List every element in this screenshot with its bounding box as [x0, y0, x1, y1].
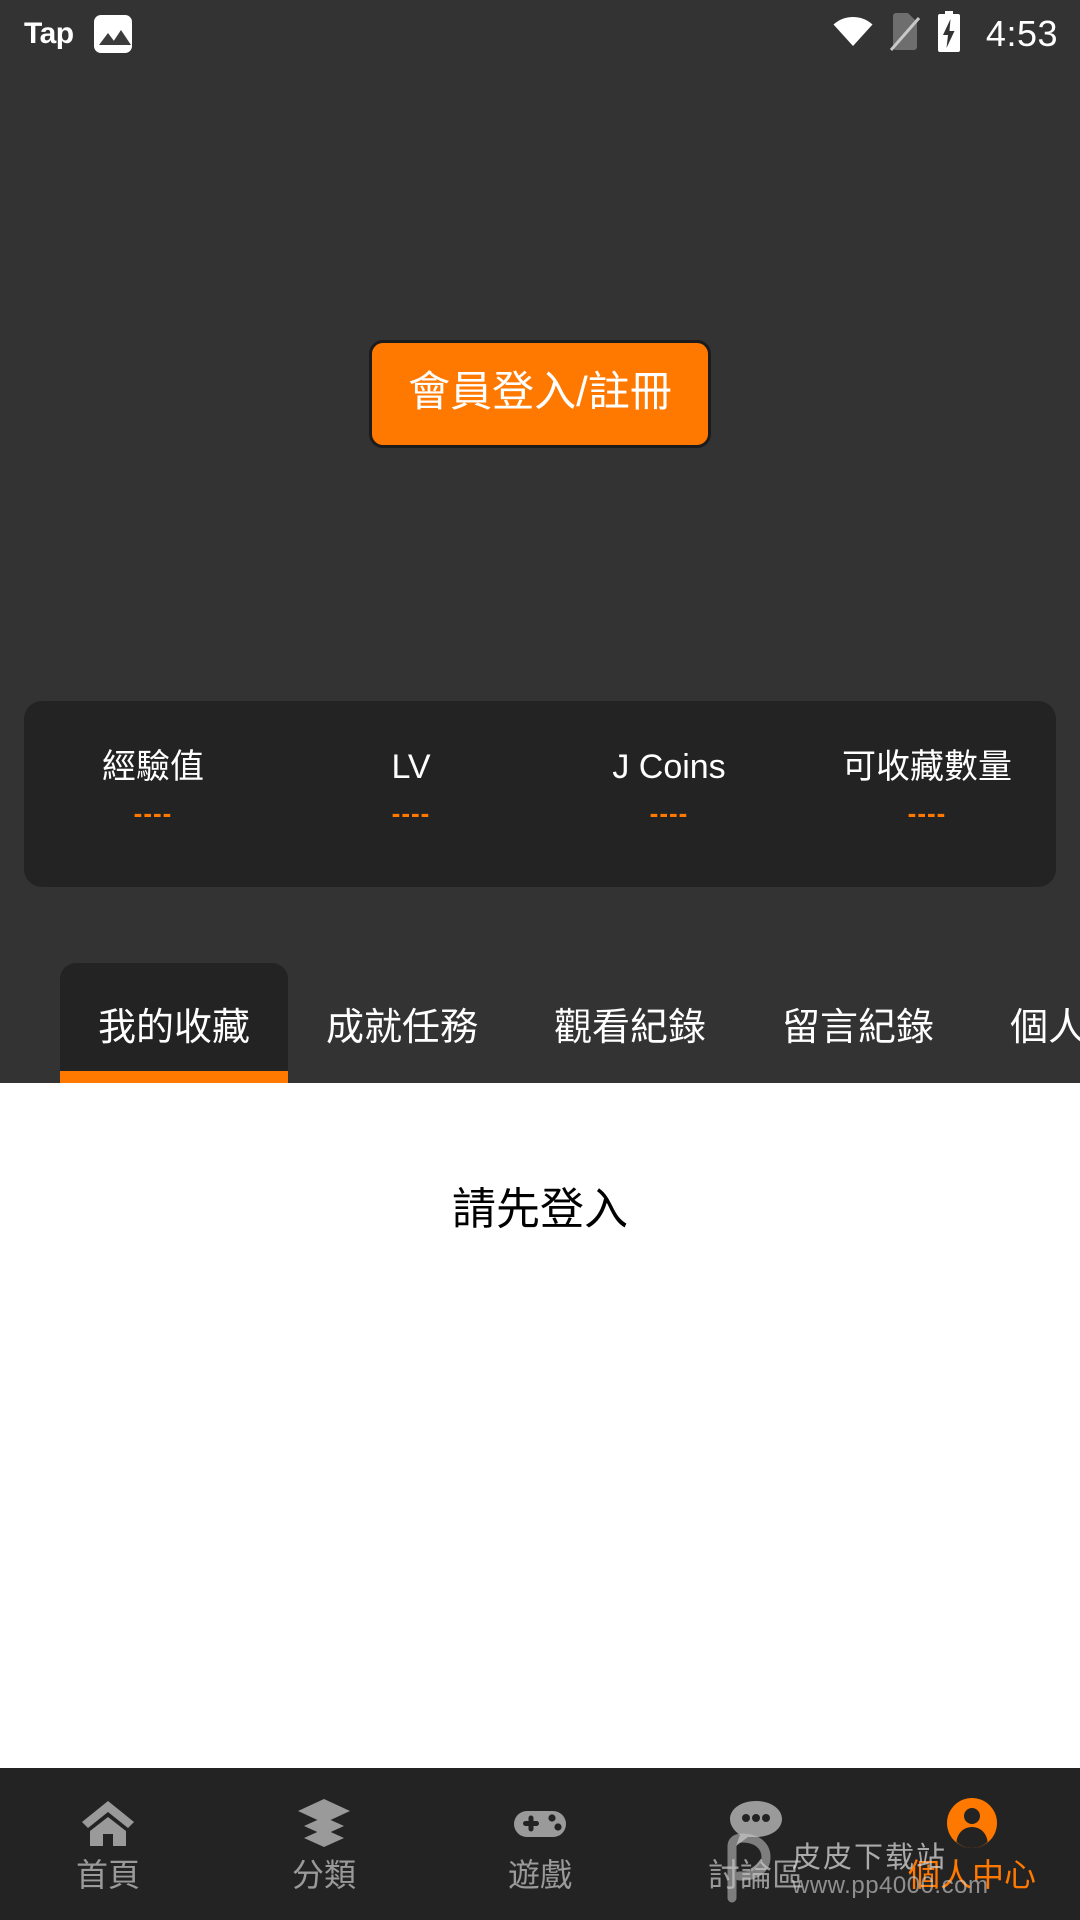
- battery-charging-icon: [936, 10, 962, 58]
- bottom-navigation-bar[interactable]: 首頁 分類 遊戲 討論區 個人中心: [0, 1768, 1080, 1920]
- stat-value: ----: [133, 798, 173, 829]
- layers-icon: [296, 1797, 352, 1849]
- wifi-icon: [832, 16, 874, 53]
- gamepad-icon: [512, 1797, 568, 1849]
- no-sim-icon: [889, 12, 921, 57]
- nav-item-home[interactable]: 首頁: [0, 1797, 216, 1891]
- member-login-register-button[interactable]: 會員登入/註冊: [369, 340, 711, 449]
- person-icon: [944, 1797, 1000, 1849]
- nav-item-profile[interactable]: 個人中心: [864, 1797, 1080, 1891]
- login-required-message: 請先登入: [452, 1185, 628, 1234]
- stat-level: LV ----: [282, 701, 540, 829]
- stat-value: ----: [391, 798, 431, 829]
- login-button-container: 會員登入/註冊: [0, 340, 1080, 449]
- status-bar: Tap 4:53: [0, 0, 1080, 68]
- nav-label: 首頁: [75, 1857, 140, 1893]
- clock-label: 4:53: [985, 13, 1058, 54]
- tab-my-favorites[interactable]: 我的收藏: [60, 963, 289, 1083]
- tab-comment-history[interactable]: 留言紀錄: [744, 963, 972, 1083]
- user-stats-card: 經驗值 ---- LV ---- J Coins ---- 可收藏數量 ----: [24, 701, 1056, 887]
- status-bar-left: Tap: [24, 15, 132, 53]
- nav-label: 遊戲: [507, 1857, 572, 1893]
- tab-profile[interactable]: 個人資料: [972, 963, 1080, 1083]
- tab-bar[interactable]: 我的收藏 成就任務 觀看紀錄 留言紀錄 個人資料: [0, 963, 1080, 1083]
- app-name-label: Tap: [24, 17, 74, 50]
- home-icon: [80, 1797, 136, 1849]
- chat-bubble-icon: [728, 1797, 784, 1849]
- stat-label: 經驗值: [102, 748, 204, 786]
- nav-label: 個人中心: [907, 1857, 1036, 1893]
- stat-label: 可收藏數量: [842, 748, 1012, 786]
- nav-label: 分類: [291, 1857, 356, 1893]
- stat-value: ----: [649, 798, 689, 829]
- stat-collectible-count: 可收藏數量 ----: [798, 701, 1056, 829]
- nav-label: 討論區: [707, 1857, 804, 1893]
- stat-value: ----: [907, 798, 947, 829]
- nav-item-categories[interactable]: 分類: [216, 1797, 432, 1891]
- stat-experience: 經驗值 ----: [24, 701, 282, 829]
- stat-jcoins: J Coins ----: [540, 701, 798, 829]
- app-screen: Tap 4:53 會員登入/註冊 經驗值 ---- LV ---- J Coin…: [0, 0, 1080, 1920]
- stat-label: J Coins: [612, 748, 726, 786]
- tab-achievements[interactable]: 成就任務: [288, 963, 516, 1083]
- status-bar-right: 4:53: [832, 10, 1058, 58]
- image-icon: [93, 15, 132, 53]
- nav-item-games[interactable]: 遊戲: [432, 1797, 648, 1891]
- tab-content-panel: 請先登入: [0, 1083, 1080, 1768]
- nav-item-forum[interactable]: 討論區: [648, 1797, 864, 1891]
- tab-watch-history[interactable]: 觀看紀錄: [516, 963, 744, 1083]
- stat-label: LV: [391, 748, 431, 786]
